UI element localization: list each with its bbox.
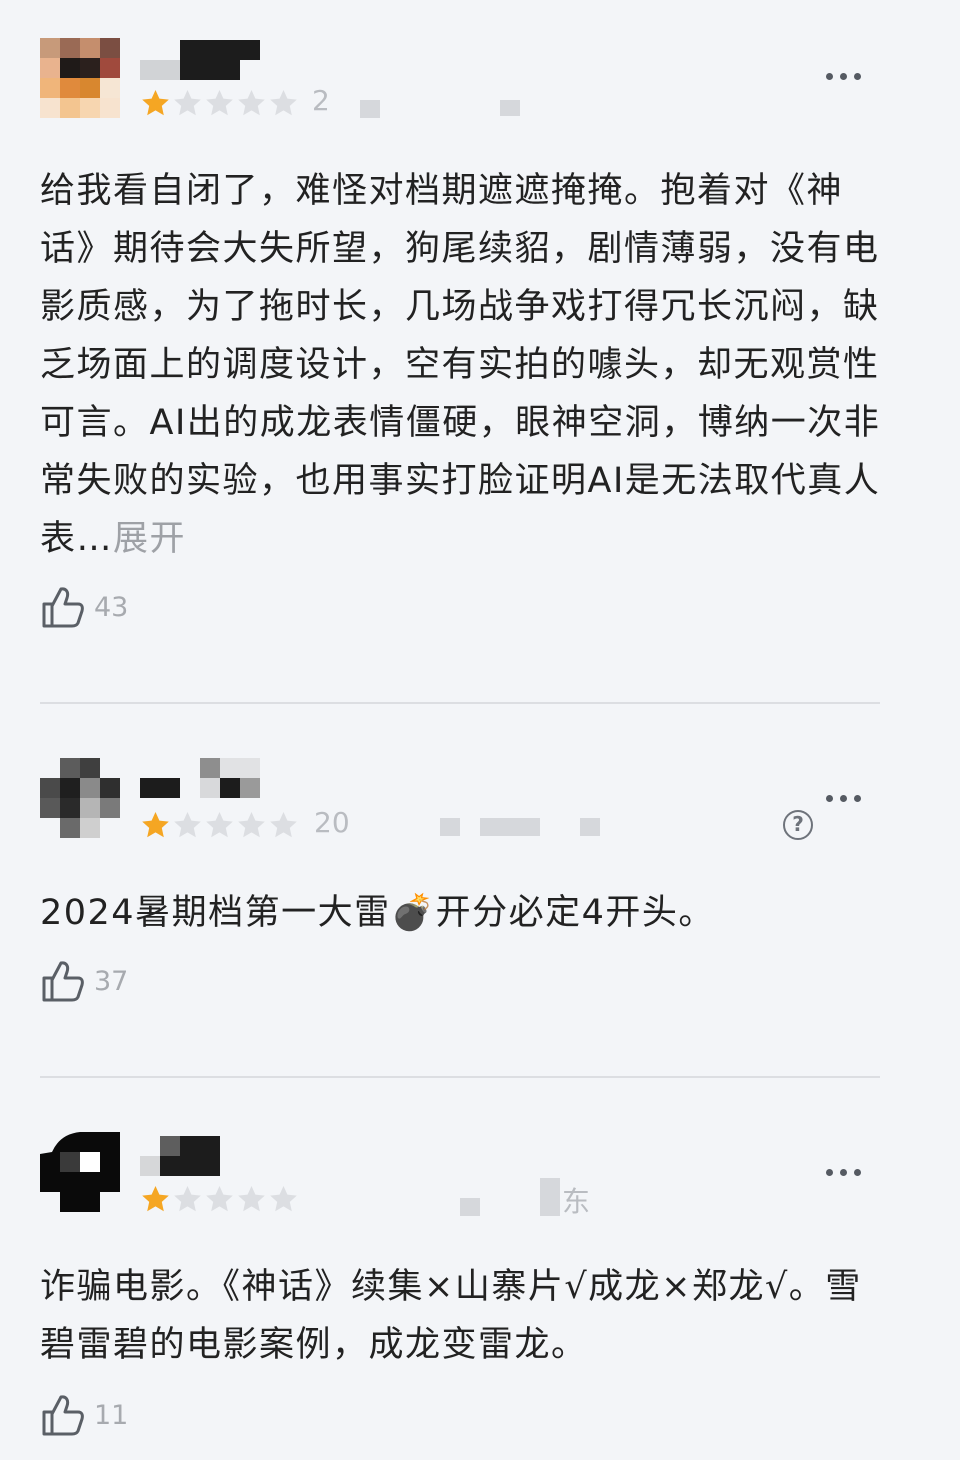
like-count: 37 [94,965,129,997]
star-empty-icon [238,812,265,838]
obscured-info [480,818,540,836]
obscured-info [460,1198,480,1216]
star-empty-icon [174,1186,201,1212]
review-text: 给我看自闭了，难怪对档期遮遮掩掩。抱着对《神话》期待会大失所望，狗尾续貂，剧情薄… [40,162,890,568]
obscured-info [540,1178,560,1216]
star-filled-icon [142,90,169,116]
star-empty-icon [270,1186,297,1212]
more-icon[interactable] [826,73,861,80]
divider [40,1076,880,1078]
more-icon[interactable] [826,1169,861,1176]
thumbs-up-icon [42,587,84,628]
star-empty-icon [270,90,297,116]
username-obscured[interactable] [140,758,260,798]
expand-link[interactable]: 展开 [113,519,186,559]
like-count: 43 [94,591,129,623]
rating-stars [140,810,299,841]
obscured-info [440,818,460,836]
username-obscured[interactable] [140,40,260,80]
obscured-info [500,100,520,116]
review-date: 2 [312,84,330,117]
review-content: 2024暑期档第一大雷💣开分必定4开头。 [40,893,715,933]
thumbs-up-icon [42,1395,84,1436]
star-empty-icon [238,90,265,116]
avatar[interactable] [40,1132,120,1212]
review-location: 东 [562,1185,591,1218]
rating-stars [140,1184,299,1215]
thumbs-up-icon [42,961,84,1002]
avatar[interactable] [40,38,120,118]
star-filled-icon [142,1186,169,1212]
rating-stars [140,88,299,119]
divider [40,702,880,704]
help-icon[interactable]: ? [783,810,813,840]
star-empty-icon [238,1186,265,1212]
like-button[interactable]: 37 [40,958,128,1004]
star-empty-icon [270,812,297,838]
star-empty-icon [206,812,233,838]
avatar[interactable] [40,758,120,838]
like-count: 11 [94,1399,129,1431]
review-content: 给我看自闭了，难怪对档期遮遮掩掩。抱着对《神话》期待会大失所望，狗尾续貂，剧情薄… [40,171,881,559]
star-empty-icon [206,90,233,116]
review-text: 2024暑期档第一大雷💣开分必定4开头。 [40,884,890,942]
review-text: 诈骗电影。《神话》续集×山寨片√成龙×郑龙√。雪碧雷碧的电影案例，成龙变雷龙。 [40,1258,890,1374]
like-button[interactable]: 11 [40,1392,128,1438]
more-icon[interactable] [826,795,861,802]
like-button[interactable]: 43 [40,584,128,630]
obscured-info [360,100,380,118]
star-empty-icon [174,812,201,838]
review-date: 20 [314,806,350,839]
username-obscured[interactable] [140,1136,220,1176]
star-empty-icon [206,1186,233,1212]
star-empty-icon [174,90,201,116]
star-filled-icon [142,812,169,838]
review-content: 诈骗电影。《神话》续集×山寨片√成龙×郑龙√。雪碧雷碧的电影案例，成龙变雷龙。 [40,1267,862,1365]
obscured-info [580,818,600,836]
